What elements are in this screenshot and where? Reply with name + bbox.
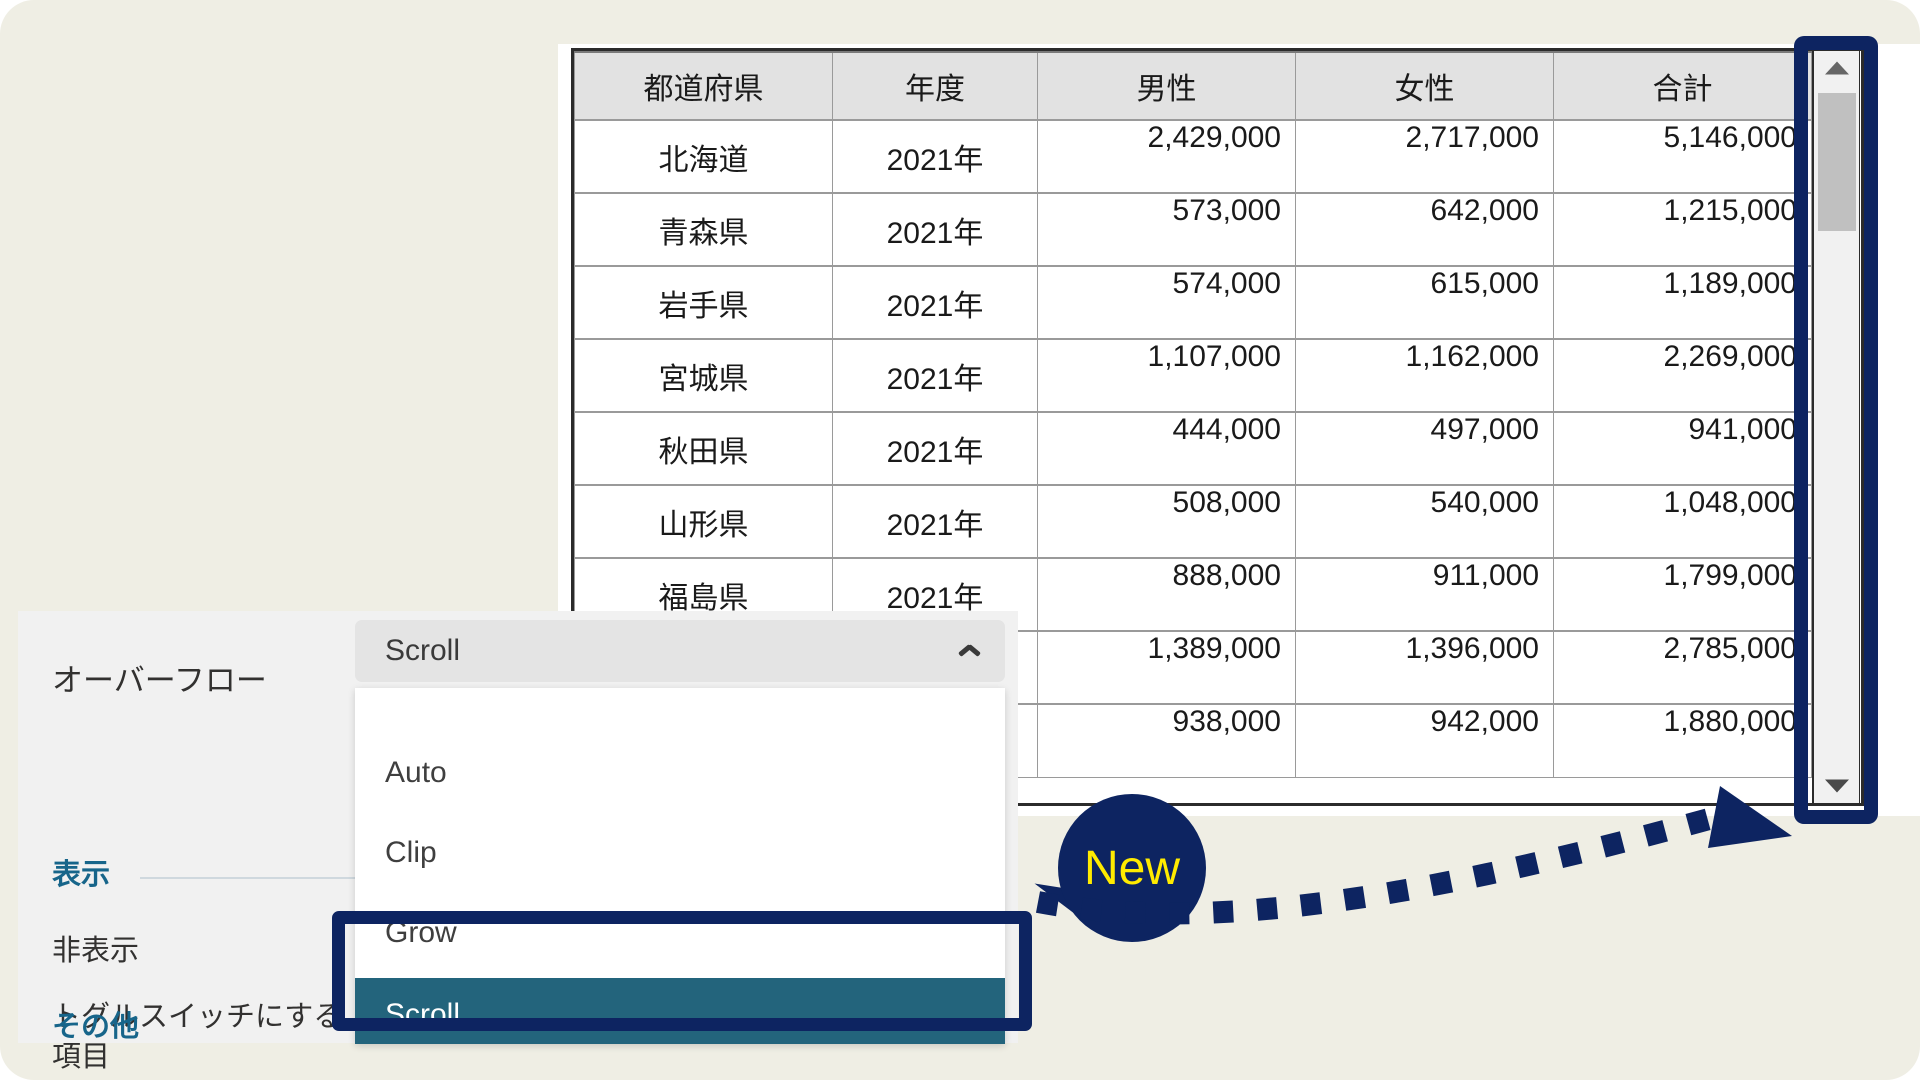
table-row[interactable]: 岩手県 2021年 574,000 615,000 1,189,000 [574, 265, 1812, 340]
dropdown-selected-value: Scroll [385, 634, 461, 667]
overflow-setting-label: オーバーフロー [52, 663, 267, 698]
cell-male: 888,000 [1037, 557, 1296, 632]
cell-male: 938,000 [1037, 703, 1296, 778]
table-header-row: 都道府県 年度 男性 女性 合計 [574, 51, 1812, 121]
cell-total: 1,215,000 [1553, 192, 1812, 267]
table-row[interactable]: 山形県 2021年 508,000 540,000 1,048,000 [574, 484, 1812, 559]
cell-female: 2,717,000 [1295, 119, 1554, 194]
cell-prefecture: 岩手県 [574, 265, 833, 340]
cell-prefecture: 北海道 [574, 119, 833, 194]
dropdown-option-scroll[interactable]: Scroll [355, 978, 1005, 1044]
table-row[interactable]: 宮城県 2021年 1,107,000 1,162,000 2,269,000 [574, 338, 1812, 413]
cell-female: 942,000 [1295, 703, 1554, 778]
cell-male: 1,389,000 [1037, 630, 1296, 705]
cell-year: 2021年 [832, 484, 1038, 559]
cell-total: 2,785,000 [1553, 630, 1812, 705]
cell-male: 508,000 [1037, 484, 1296, 559]
column-header-prefecture[interactable]: 都道府県 [574, 51, 833, 121]
cell-prefecture: 青森県 [574, 192, 833, 267]
section-heading-display: 表示 [52, 859, 111, 891]
cell-total: 5,146,000 [1553, 119, 1812, 194]
triangle-up-icon [1824, 61, 1849, 75]
dropdown-option-auto[interactable]: Auto [355, 736, 1005, 810]
page-root: 都道府県 年度 男性 女性 合計 北海道 2021年 2,429,000 2,717,… [0, 0, 1920, 1080]
table-row[interactable]: 青森県 2021年 573,000 642,000 1,215,000 [574, 192, 1812, 267]
table-row[interactable]: 秋田県 2021年 444,000 497,000 941,000 [574, 411, 1812, 486]
cell-female: 1,162,000 [1295, 338, 1554, 413]
column-header-year[interactable]: 年度 [832, 51, 1038, 121]
dropdown-toggle-button[interactable]: Scroll [355, 620, 1005, 682]
cell-male: 2,429,000 [1037, 119, 1296, 194]
table-vertical-scrollbar[interactable] [1812, 51, 1860, 803]
panel-item-hidden[interactable]: 非表示 [52, 931, 139, 971]
cell-total: 941,000 [1553, 411, 1812, 486]
overflow-dropdown[interactable]: Scroll Auto Clip Grow Scroll [355, 620, 1005, 1044]
cell-male: 444,000 [1037, 411, 1296, 486]
cell-year: 2021年 [832, 411, 1038, 486]
cell-female: 615,000 [1295, 265, 1554, 340]
dropdown-option-list[interactable]: Auto Clip Grow Scroll [355, 688, 1005, 1044]
cell-female: 911,000 [1295, 557, 1554, 632]
dashed-arrow [1035, 786, 1792, 925]
cell-prefecture: 山形県 [574, 484, 833, 559]
chevron-up-icon [959, 644, 979, 656]
cell-prefecture: 宮城県 [574, 338, 833, 413]
scrollbar-thumb[interactable] [1818, 93, 1856, 231]
table-row[interactable]: 北海道 2021年 2,429,000 2,717,000 5,146,000 [574, 119, 1812, 194]
cell-male: 573,000 [1037, 192, 1296, 267]
cell-total: 1,189,000 [1553, 265, 1812, 340]
cell-year: 2021年 [832, 338, 1038, 413]
cell-year: 2021年 [832, 119, 1038, 194]
column-header-total[interactable]: 合計 [1553, 51, 1812, 121]
cell-total: 1,880,000 [1553, 703, 1812, 778]
cell-year: 2021年 [832, 192, 1038, 267]
table-header: 都道府県 年度 男性 女性 合計 [574, 51, 1812, 121]
cell-male: 574,000 [1037, 265, 1296, 340]
cell-female: 540,000 [1295, 484, 1554, 559]
cell-male: 1,107,000 [1037, 338, 1296, 413]
column-header-female[interactable]: 女性 [1295, 51, 1554, 121]
scrollbar-up-button[interactable] [1814, 51, 1859, 85]
column-header-male[interactable]: 男性 [1037, 51, 1296, 121]
cell-female: 497,000 [1295, 411, 1554, 486]
cell-prefecture: 秋田県 [574, 411, 833, 486]
cell-female: 1,396,000 [1295, 630, 1554, 705]
cell-total: 1,048,000 [1553, 484, 1812, 559]
dropdown-option-clip[interactable]: Clip [355, 816, 1005, 890]
cell-female: 642,000 [1295, 192, 1554, 267]
cell-year: 2021年 [832, 265, 1038, 340]
cell-total: 2,269,000 [1553, 338, 1812, 413]
section-heading-other: その他 [52, 1011, 140, 1043]
cell-total: 1,799,000 [1553, 557, 1812, 632]
